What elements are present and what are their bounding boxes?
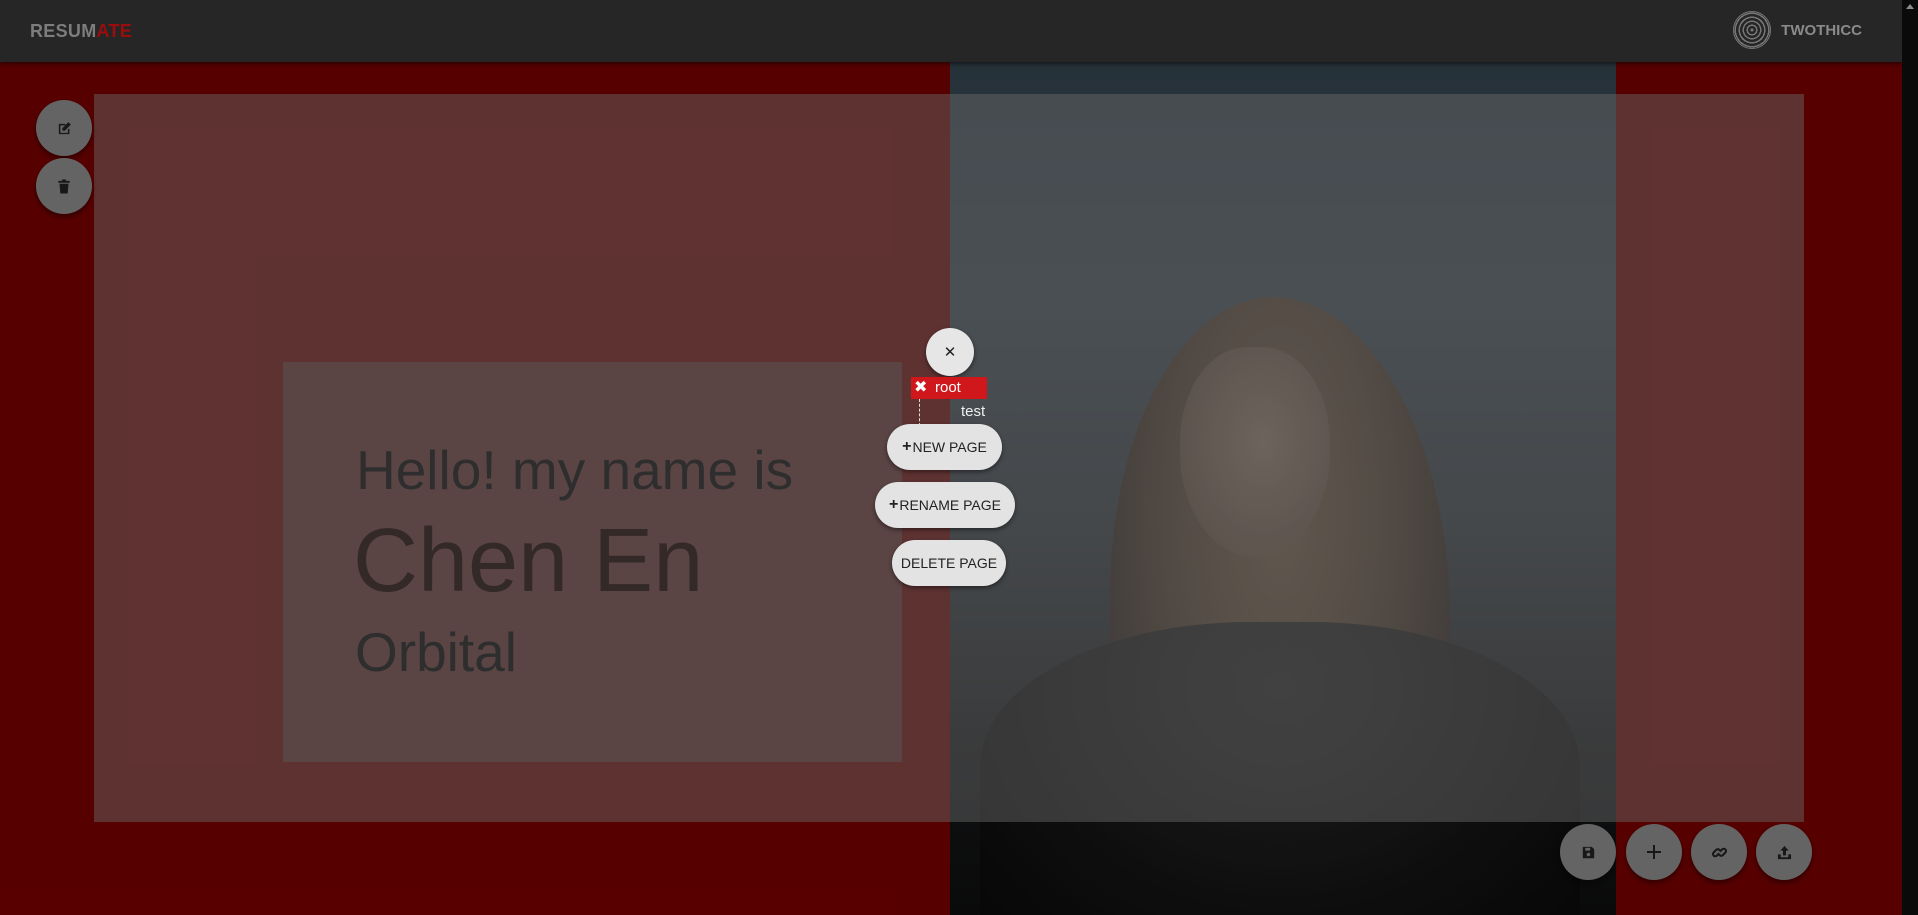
top-app-bar: RESUMATE TWOTHICC	[0, 0, 1902, 62]
new-page-label: NEW PAGE	[912, 439, 987, 455]
app-logo[interactable]: RESUMATE	[30, 21, 132, 42]
username: TWOTHICC	[1781, 21, 1862, 39]
rename-page-label: RENAME PAGE	[899, 497, 1001, 513]
close-menu-button[interactable]: ✕	[926, 328, 974, 376]
delete-page-label: DELETE PAGE	[900, 555, 998, 571]
tree-node-test[interactable]: test	[961, 403, 985, 420]
plus-icon: +	[902, 438, 912, 455]
scroll-up-arrow-icon[interactable]	[1906, 4, 1914, 9]
remove-node-icon[interactable]: ✖	[914, 377, 927, 399]
logo-text-part1: RESUM	[30, 21, 97, 41]
user-menu[interactable]: TWOTHICC	[1733, 11, 1862, 49]
logo-text-part2: ATE	[96, 21, 133, 41]
tree-node-label: root	[935, 379, 961, 396]
plus-icon: +	[889, 496, 899, 513]
page-scrollbar[interactable]	[1902, 0, 1918, 915]
new-page-button[interactable]: + NEW PAGE	[887, 424, 1002, 470]
tree-node-root[interactable]: ✖ root	[911, 377, 987, 399]
tree-connector	[919, 399, 920, 426]
close-icon: ✕	[943, 344, 957, 361]
rename-page-button[interactable]: + RENAME PAGE	[875, 482, 1015, 528]
delete-page-button[interactable]: DELETE PAGE	[892, 540, 1006, 586]
avatar[interactable]	[1733, 11, 1772, 49]
